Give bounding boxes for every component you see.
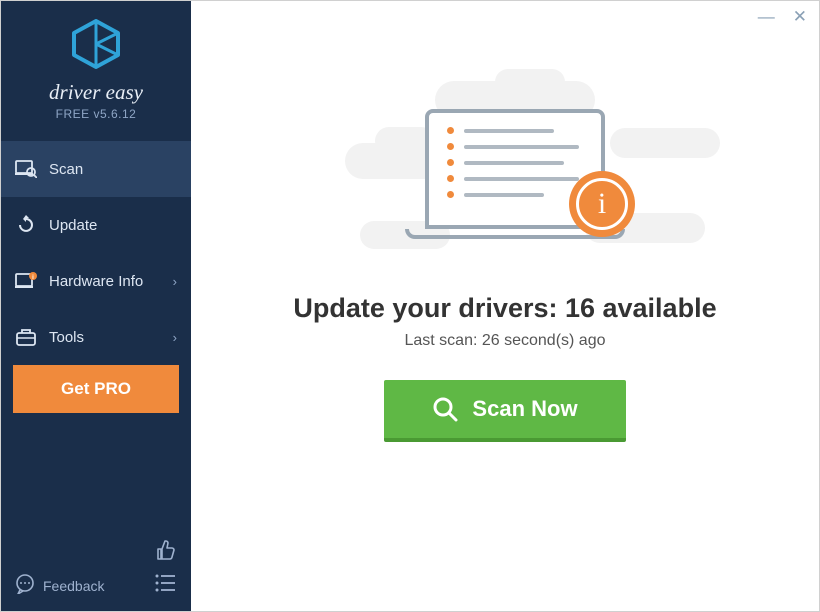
close-button[interactable]: ✕ <box>793 7 807 27</box>
update-icon <box>15 214 37 236</box>
app-logo-icon <box>68 19 124 74</box>
scan-button-label: Scan Now <box>472 396 577 422</box>
chevron-right-icon: › <box>173 274 177 289</box>
chevron-right-icon: › <box>173 330 177 345</box>
nav-label: Update <box>49 217 97 234</box>
tools-icon <box>15 326 37 348</box>
nav-label: Tools <box>49 329 84 346</box>
nav-item-scan[interactable]: Scan <box>1 141 191 197</box>
brand-name: driver easy <box>1 80 191 105</box>
get-pro-button[interactable]: Get PRO <box>13 365 179 413</box>
thumbs-up-icon[interactable] <box>155 539 177 566</box>
version-label: FREE v5.6.12 <box>1 107 191 121</box>
feedback-button[interactable]: Feedback <box>15 574 104 597</box>
headline: Update your drivers: 16 available <box>293 293 716 324</box>
list-icon[interactable] <box>155 574 177 597</box>
sidebar: driver easy FREE v5.6.12 Scan Update i <box>1 1 191 611</box>
nav: Scan Update i Hardware Info › Tools <box>1 141 191 527</box>
sidebar-footer: Feedback <box>1 527 191 611</box>
nav-item-tools[interactable]: Tools › <box>1 309 191 365</box>
last-scan-text: Last scan: 26 second(s) ago <box>404 332 605 350</box>
app-window: driver easy FREE v5.6.12 Scan Update i <box>0 0 820 612</box>
scan-now-button[interactable]: Scan Now <box>384 380 625 442</box>
hardware-icon: i <box>15 270 37 292</box>
nav-label: Scan <box>49 161 83 178</box>
illustration: i <box>325 73 685 265</box>
main-area: — ✕ i Update y <box>191 1 819 611</box>
search-icon <box>432 396 458 422</box>
nav-item-update[interactable]: Update <box>1 197 191 253</box>
logo-area: driver easy FREE v5.6.12 <box>1 1 191 129</box>
get-pro-label: Get PRO <box>61 379 131 398</box>
titlebar: — ✕ <box>758 7 807 27</box>
nav-item-hardware[interactable]: i Hardware Info › <box>1 253 191 309</box>
scan-icon <box>15 158 37 180</box>
laptop-icon: i <box>415 109 615 239</box>
nav-label: Hardware Info <box>49 273 143 290</box>
chat-icon <box>15 574 35 597</box>
info-badge-icon: i <box>569 171 635 237</box>
minimize-button[interactable]: — <box>758 7 775 27</box>
feedback-label: Feedback <box>43 578 104 594</box>
